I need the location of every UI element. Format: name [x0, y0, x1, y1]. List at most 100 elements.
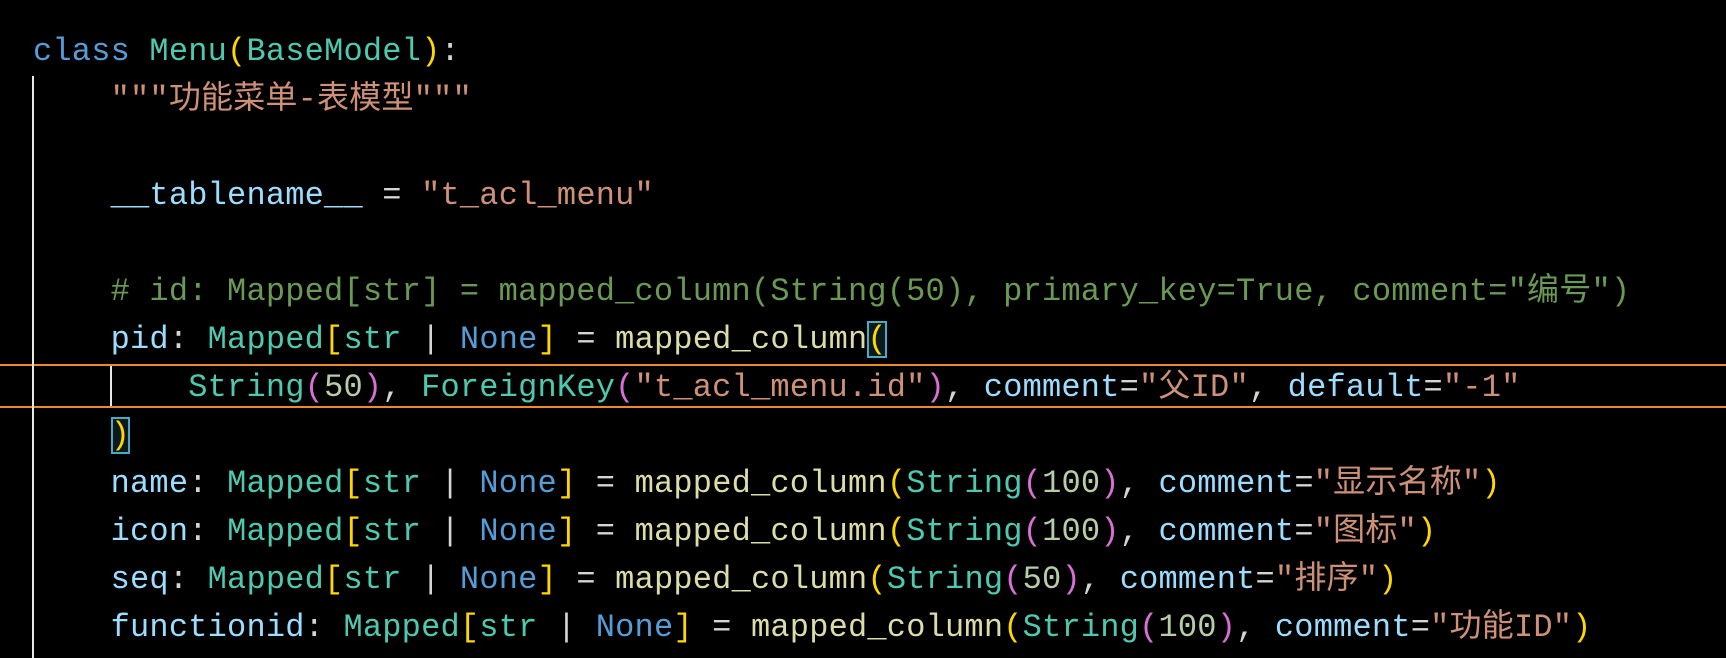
code-token: =: [1294, 513, 1314, 550]
code-token: =: [1410, 609, 1431, 646]
code-token: (: [1003, 609, 1023, 646]
code-token: "排序": [1274, 561, 1379, 598]
code-token: |: [537, 609, 596, 646]
code-token: (: [1003, 561, 1023, 598]
code-token: (: [867, 321, 887, 358]
code-line[interactable]: name: Mapped[str | None] = mapped_column…: [33, 460, 1501, 508]
code-token: (: [1139, 609, 1159, 646]
code-token: [: [343, 465, 363, 502]
code-token: "t_acl_menu.id": [634, 369, 926, 406]
code-token: [: [324, 321, 344, 358]
code-token: ): [1416, 513, 1437, 550]
code-token: None: [459, 321, 538, 358]
code-line[interactable]: ): [33, 412, 131, 460]
code-token: ): [421, 33, 441, 70]
code-token: (: [615, 369, 635, 406]
code-token: str: [343, 321, 402, 358]
code-token: Mapped: [227, 513, 344, 550]
code-token: [: [459, 609, 480, 646]
code-token: (: [227, 33, 247, 70]
code-token: ): [110, 417, 131, 454]
code-line[interactable]: pid: Mapped[str | None] = mapped_column(: [33, 316, 887, 364]
code-token: =: [576, 465, 635, 502]
code-token: ]: [537, 561, 557, 598]
code-token: ,: [1119, 513, 1159, 550]
code-token: mapped_column: [634, 513, 887, 550]
code-token: ForeignKey: [421, 369, 616, 406]
code-editor[interactable]: class Menu(BaseModel): """功能菜单-表模型""" __…: [0, 0, 1726, 658]
code-token: =: [576, 513, 635, 550]
code-token: ): [1572, 609, 1592, 646]
code-token: Menu: [149, 33, 228, 70]
code-token: ): [1100, 513, 1120, 550]
code-token: ,: [944, 369, 984, 406]
code-token: pid: [110, 321, 169, 358]
code-token: "功能ID": [1430, 609, 1573, 646]
code-line[interactable]: String(50), ForeignKey("t_acl_menu.id"),…: [33, 364, 1521, 412]
code-token: ,: [1248, 369, 1288, 406]
code-line[interactable]: __tablename__ = "t_acl_menu": [33, 172, 654, 220]
code-token: Mapped: [343, 609, 460, 646]
code-line[interactable]: # id: Mapped[str] = mapped_column(String…: [33, 268, 1630, 316]
code-token: (: [886, 465, 907, 502]
code-token: =: [692, 609, 751, 646]
code-token: "图标": [1313, 513, 1417, 550]
code-token: :: [440, 33, 460, 70]
code-token: 50: [324, 369, 363, 406]
code-token: |: [401, 321, 460, 358]
code-token: ): [362, 369, 383, 406]
code-token: ,: [1236, 609, 1275, 646]
code-token: Mapped: [227, 465, 344, 502]
code-line[interactable]: functionid: Mapped[str | None] = mapped_…: [33, 604, 1592, 652]
code-token: ,: [1080, 561, 1120, 598]
code-token: |: [421, 465, 480, 502]
code-token: str: [362, 513, 422, 550]
code-token: """功能菜单-表模型""": [110, 81, 472, 118]
code-token: functionid: [110, 609, 305, 646]
code-token: (: [1022, 465, 1043, 502]
code-token: "t_acl_menu": [421, 177, 654, 214]
code-token: (: [1022, 513, 1043, 550]
code-token: ): [1216, 609, 1237, 646]
code-token: ): [1481, 465, 1501, 502]
code-token: ,: [382, 369, 422, 406]
code-token: :: [188, 513, 228, 550]
code-token: str: [362, 465, 422, 502]
code-token: "-1": [1442, 369, 1521, 406]
code-token: str: [479, 609, 538, 646]
code-token: class: [33, 33, 150, 70]
code-token: :: [168, 561, 208, 598]
code-token: =: [362, 177, 422, 214]
code-token: ]: [556, 513, 577, 550]
code-token: comment: [1158, 513, 1295, 550]
code-token: comment: [1274, 609, 1411, 646]
code-token: None: [595, 609, 674, 646]
code-line[interactable]: icon: Mapped[str | None] = mapped_column…: [33, 508, 1437, 556]
code-token: String: [906, 513, 1023, 550]
code-token: comment: [1158, 465, 1295, 502]
code-token: [: [324, 561, 344, 598]
code-token: None: [459, 561, 538, 598]
code-token: seq: [110, 561, 169, 598]
code-token: =: [556, 561, 616, 598]
code-token: Mapped: [207, 561, 325, 598]
code-token: # id: Mapped[str] = mapped_column(String…: [110, 273, 1631, 310]
code-token: default: [1287, 369, 1424, 406]
code-token: ]: [673, 609, 693, 646]
code-token: mapped_column: [615, 321, 868, 358]
code-token: :: [304, 609, 344, 646]
code-line[interactable]: seq: Mapped[str | None] = mapped_column(…: [33, 556, 1398, 604]
code-token: 50: [1022, 561, 1062, 598]
code-token: =: [1423, 369, 1443, 406]
code-token: (: [867, 561, 887, 598]
code-token: ,: [1119, 465, 1159, 502]
code-token: =: [1119, 369, 1140, 406]
code-line[interactable]: class Menu(BaseModel):: [33, 28, 460, 76]
code-line[interactable]: """功能菜单-表模型""": [33, 76, 472, 124]
code-token: String: [188, 369, 305, 406]
